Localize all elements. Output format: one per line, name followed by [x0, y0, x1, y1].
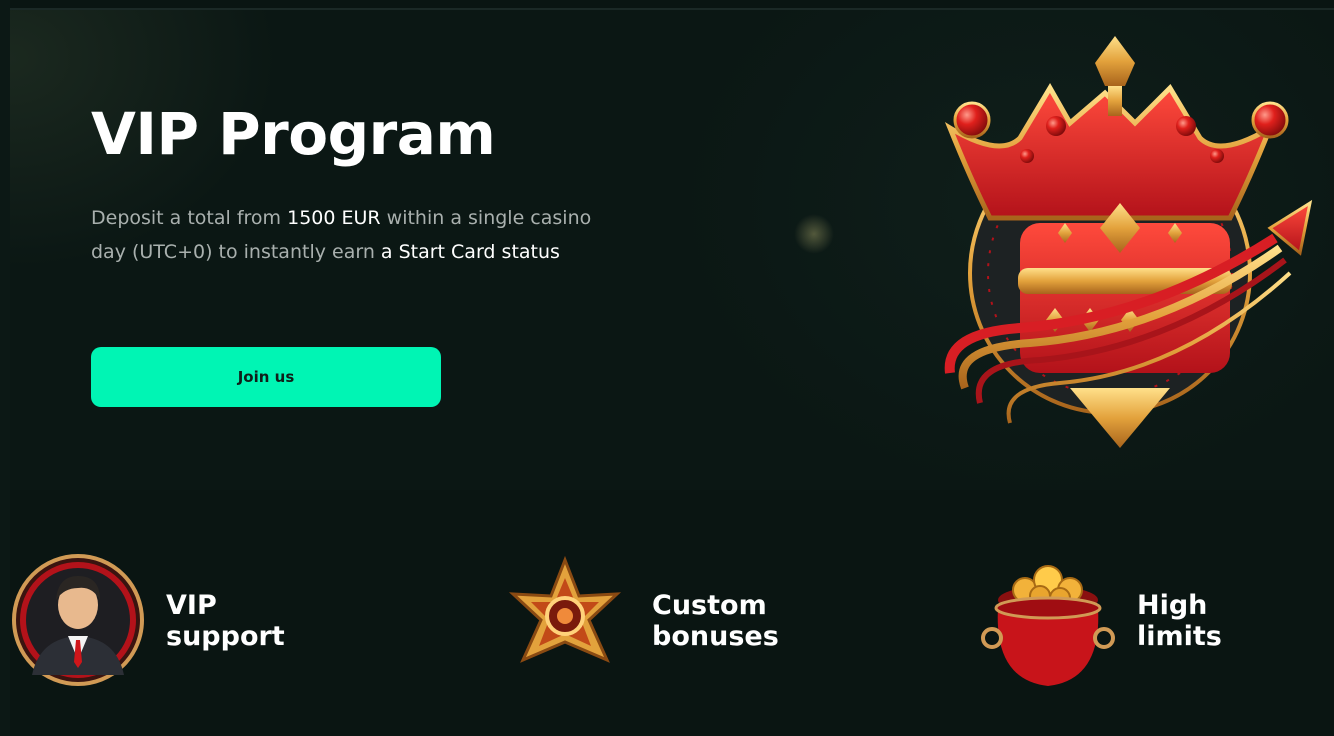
deposit-amount: 1500 EUR [287, 207, 381, 229]
desc-text-3: status [495, 240, 560, 263]
feature-high-limits: High limits [980, 540, 1300, 700]
feature-label: Custom bonuses [652, 590, 779, 652]
feature-label-line1: Custom [652, 590, 767, 621]
feature-label-line1: High [1137, 590, 1208, 621]
vip-manager-icon [12, 554, 144, 686]
bokeh-light [794, 214, 834, 254]
feature-label: VIP support [166, 590, 285, 652]
crown-icon [944, 36, 1313, 448]
desc-text-1: Deposit a total from [91, 207, 288, 229]
feature-label-line2: support [166, 621, 285, 652]
star-badge-icon [508, 555, 622, 663]
feature-label-line2: bonuses [652, 621, 779, 652]
page-title: VIP Program [91, 100, 496, 168]
coin-pot-icon [981, 565, 1115, 686]
feature-label-line1: VIP [166, 590, 217, 621]
vip-description: Deposit a total from 1500 EUR within a s… [91, 202, 611, 269]
feature-vip-support: VIP support [10, 540, 310, 700]
start-card-status: a Start Card [380, 240, 496, 263]
feature-custom-bonuses: Custom bonuses [495, 540, 815, 700]
feature-label: High limits [1137, 590, 1222, 652]
join-us-button[interactable]: Join us [91, 347, 441, 407]
feature-label-line2: limits [1137, 621, 1222, 652]
vip-features: VIP support Custom bonuses High limits [0, 540, 1334, 700]
